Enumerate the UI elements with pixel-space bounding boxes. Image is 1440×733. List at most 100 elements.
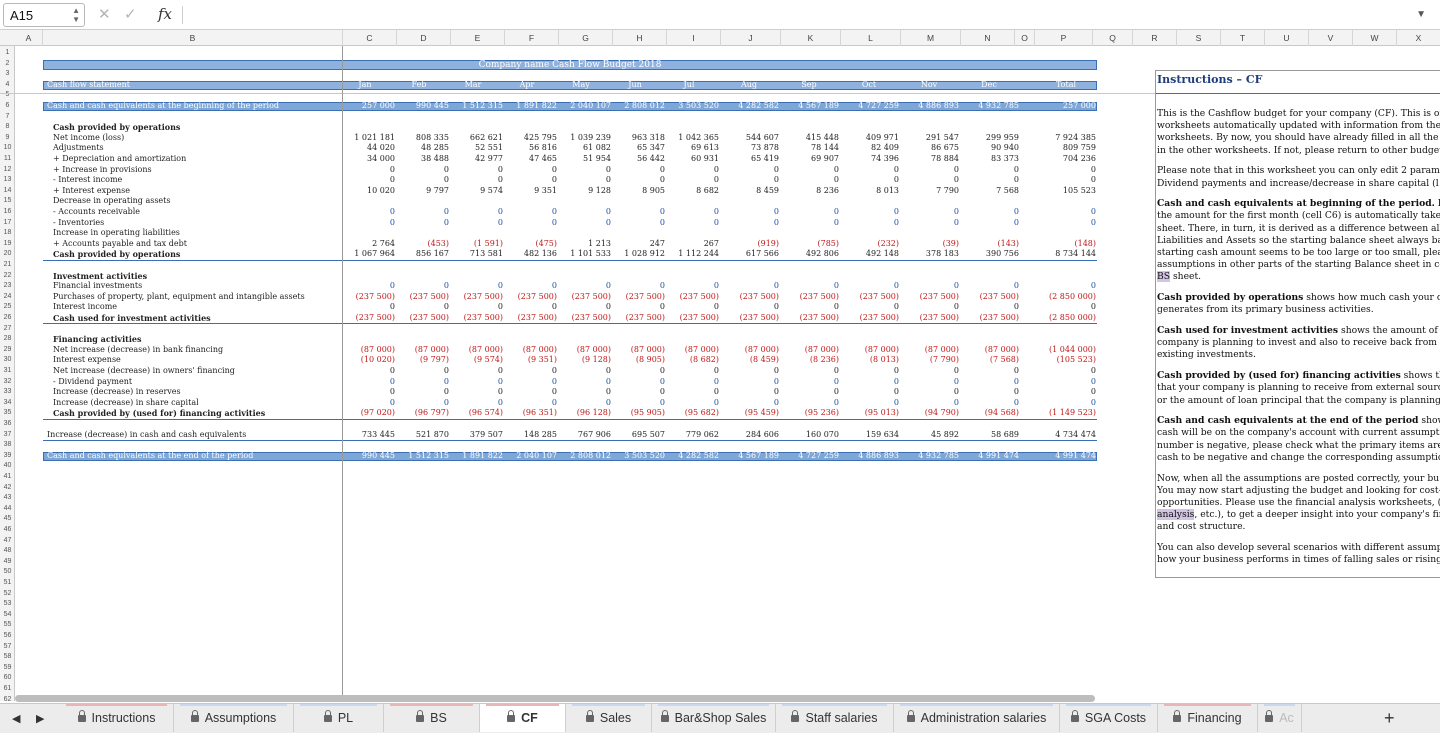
value-cell[interactable]: 0: [343, 218, 395, 229]
value-cell[interactable]: 0: [451, 302, 503, 313]
row-label[interactable]: Net increase (decrease) in owners' finan…: [53, 366, 235, 377]
row-label[interactable]: Cash and cash equivalents at the beginni…: [47, 101, 279, 112]
value-cell[interactable]: 267: [667, 239, 719, 250]
value-cell[interactable]: 78 144: [787, 143, 839, 154]
value-cell[interactable]: 61 082: [559, 143, 611, 154]
value-cell[interactable]: 1 112 244: [667, 249, 719, 260]
horizontal-scrollbar[interactable]: [15, 695, 1440, 702]
row-header[interactable]: 48: [0, 546, 14, 557]
row-label[interactable]: + Accounts payable and tax debt: [53, 239, 187, 250]
value-cell[interactable]: (148): [1044, 239, 1096, 250]
value-cell[interactable]: 0: [343, 165, 395, 176]
scrollbar-thumb[interactable]: [15, 695, 1095, 702]
value-cell[interactable]: 0: [451, 398, 503, 409]
value-cell[interactable]: 60 931: [667, 154, 719, 165]
column-header[interactable]: O: [1015, 30, 1035, 46]
value-cell[interactable]: 4 282 582: [727, 101, 779, 112]
value-cell[interactable]: (87 000): [967, 345, 1019, 356]
value-cell[interactable]: (8 459): [727, 355, 779, 366]
column-header[interactable]: G: [559, 30, 613, 46]
row-header[interactable]: 45: [0, 514, 14, 525]
value-cell[interactable]: (7 568): [967, 355, 1019, 366]
tab-staff-salaries[interactable]: Staff salaries: [776, 704, 894, 732]
value-cell[interactable]: 808 335: [397, 133, 449, 144]
value-cell[interactable]: 0: [907, 218, 959, 229]
value-cell[interactable]: 0: [1044, 377, 1096, 388]
row-header[interactable]: 1: [0, 48, 14, 59]
row-header[interactable]: 9: [0, 133, 14, 144]
value-cell[interactable]: 0: [907, 398, 959, 409]
value-cell[interactable]: 0: [727, 207, 779, 218]
value-cell[interactable]: 0: [343, 387, 395, 398]
value-cell[interactable]: (237 500): [847, 313, 899, 324]
value-cell[interactable]: (96 574): [451, 408, 503, 419]
value-cell[interactable]: 1 021 181: [343, 133, 395, 144]
row-label[interactable]: - Accounts receivable: [53, 207, 140, 218]
value-cell[interactable]: (237 500): [451, 292, 503, 303]
value-cell[interactable]: 0: [559, 387, 611, 398]
value-cell[interactable]: (87 000): [667, 345, 719, 356]
row-header[interactable]: 18: [0, 228, 14, 239]
value-cell[interactable]: 0: [1044, 398, 1096, 409]
value-cell[interactable]: 0: [727, 218, 779, 229]
value-cell[interactable]: 695 507: [613, 430, 665, 441]
value-cell[interactable]: 0: [451, 207, 503, 218]
value-cell[interactable]: 0: [343, 281, 395, 292]
value-cell[interactable]: (87 000): [613, 345, 665, 356]
row-header[interactable]: 43: [0, 493, 14, 504]
row-label[interactable]: Decrease in operating assets: [53, 196, 170, 207]
column-header[interactable]: K: [781, 30, 841, 46]
value-cell[interactable]: (87 000): [787, 345, 839, 356]
row-header[interactable]: 50: [0, 567, 14, 578]
value-cell[interactable]: (919): [727, 239, 779, 250]
value-cell[interactable]: (785): [787, 239, 839, 250]
value-cell[interactable]: 0: [787, 377, 839, 388]
value-cell[interactable]: 0: [967, 165, 1019, 176]
value-cell[interactable]: 0: [787, 398, 839, 409]
value-cell[interactable]: (453): [397, 239, 449, 250]
row-header[interactable]: 4: [0, 80, 14, 91]
value-cell[interactable]: 86 675: [907, 143, 959, 154]
row-header[interactable]: 49: [0, 557, 14, 568]
value-cell[interactable]: 0: [787, 302, 839, 313]
row-header[interactable]: 22: [0, 271, 14, 282]
value-cell[interactable]: 0: [613, 366, 665, 377]
value-cell[interactable]: (237 500): [847, 292, 899, 303]
row-label[interactable]: Net increase (decrease) in bank financin…: [53, 345, 223, 356]
value-cell[interactable]: 0: [505, 207, 557, 218]
tab-sga-costs[interactable]: SGA Costs: [1060, 704, 1158, 732]
value-cell[interactable]: 56 816: [505, 143, 557, 154]
row-header[interactable]: 10: [0, 143, 14, 154]
value-cell[interactable]: 291 547: [907, 133, 959, 144]
value-cell[interactable]: 0: [613, 281, 665, 292]
row-label[interactable]: + Depreciation and amortization: [53, 154, 186, 165]
value-cell[interactable]: 34 000: [343, 154, 395, 165]
value-cell[interactable]: 1 042 365: [667, 133, 719, 144]
value-cell[interactable]: (8 013): [847, 355, 899, 366]
value-cell[interactable]: 0: [397, 218, 449, 229]
fx-icon[interactable]: fx: [158, 5, 172, 23]
add-sheet-icon[interactable]: +: [1384, 708, 1395, 729]
row-header[interactable]: 56: [0, 631, 14, 642]
row-label[interactable]: Cash provided by operations: [53, 122, 180, 133]
row-header[interactable]: 51: [0, 578, 14, 589]
value-cell[interactable]: 1 512 315: [397, 451, 449, 462]
value-cell[interactable]: (95 905): [613, 408, 665, 419]
value-cell[interactable]: 0: [967, 207, 1019, 218]
value-cell[interactable]: 4 282 582: [667, 451, 719, 462]
value-cell[interactable]: (237 500): [727, 292, 779, 303]
value-cell[interactable]: 0: [967, 302, 1019, 313]
row-header[interactable]: 31: [0, 366, 14, 377]
value-cell[interactable]: 0: [667, 302, 719, 313]
row-header[interactable]: 59: [0, 663, 14, 674]
value-cell[interactable]: 0: [343, 302, 395, 313]
value-cell[interactable]: (237 500): [907, 292, 959, 303]
value-cell[interactable]: 0: [343, 377, 395, 388]
value-cell[interactable]: (96 351): [505, 408, 557, 419]
value-cell[interactable]: 482 136: [505, 249, 557, 260]
value-cell[interactable]: 0: [667, 377, 719, 388]
row-label[interactable]: Net income (loss): [53, 133, 124, 144]
value-cell[interactable]: 0: [1044, 218, 1096, 229]
value-cell[interactable]: 0: [505, 281, 557, 292]
column-header[interactable]: V: [1309, 30, 1353, 46]
